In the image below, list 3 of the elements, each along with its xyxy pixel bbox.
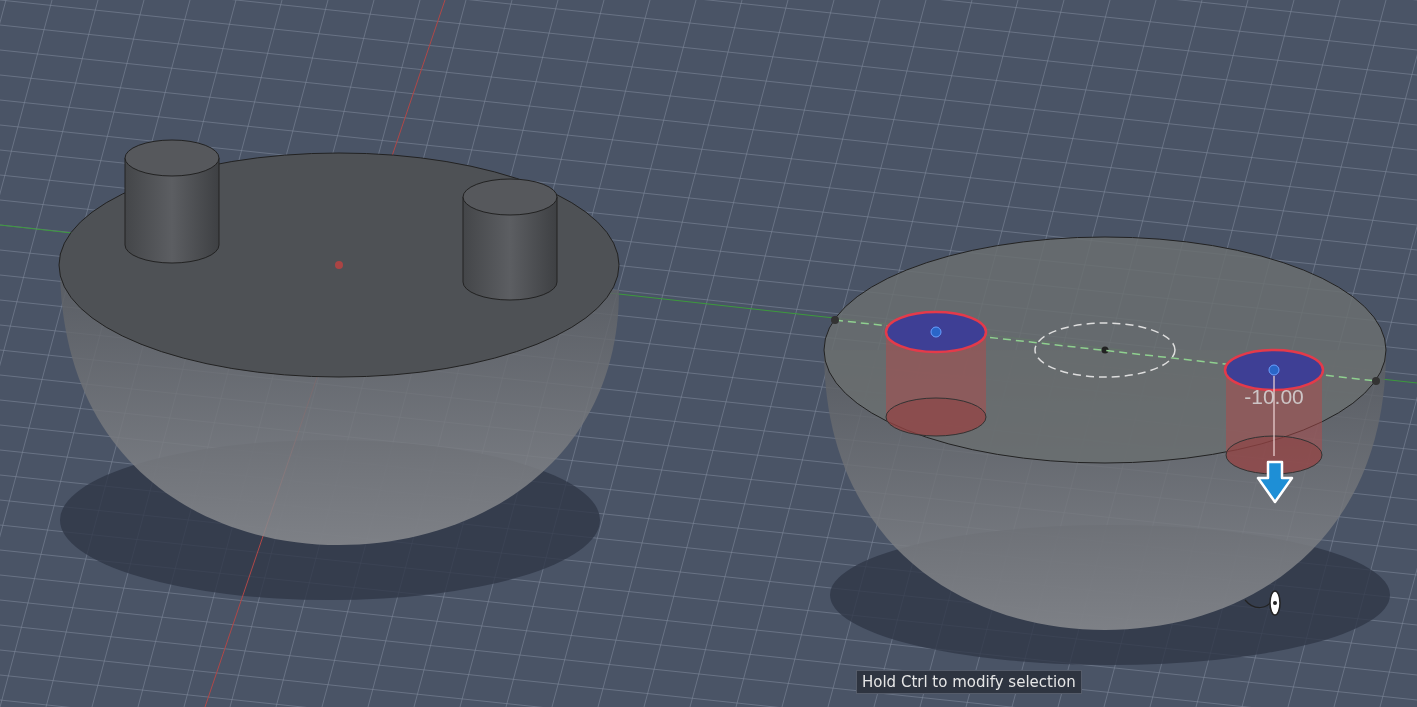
cursor-icon [1244, 590, 1281, 616]
tooltip: Hold Ctrl to modify selection [856, 670, 1082, 694]
down-arrow-icon[interactable] [1256, 460, 1294, 504]
